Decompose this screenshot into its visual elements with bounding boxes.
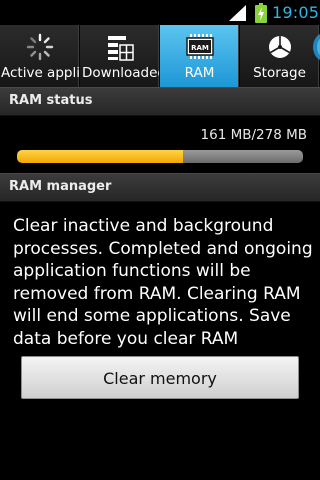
tab-label: RAM (184, 65, 215, 81)
ram-manager-header: RAM manager (0, 173, 320, 202)
status-clock: 19:05 (272, 3, 320, 22)
tab-label: Downloaded (82, 65, 160, 81)
apps-grid-icon (107, 36, 134, 61)
ram-chip-icon: RAM (185, 34, 214, 59)
section-title: RAM manager (9, 179, 112, 194)
tab-label: Active appli (1, 65, 80, 81)
ram-usage-bar (17, 150, 303, 163)
ram-usage-text: 161 MB/278 MB (200, 127, 307, 143)
clear-memory-button[interactable]: Clear memory (21, 356, 299, 399)
tab-active-applications[interactable]: Active appli (0, 25, 80, 87)
signal-icon (229, 5, 246, 21)
pie-chart-icon (268, 36, 291, 58)
ram-status-header: RAM status (0, 87, 320, 116)
ram-manager-description: Clear inactive and background processes.… (13, 216, 313, 349)
battery-charging-icon (255, 3, 267, 23)
tab-partial-next[interactable] (308, 25, 320, 87)
svg-text:RAM: RAM (191, 44, 209, 52)
status-bar: 19:05 (0, 0, 320, 25)
section-title: RAM status (9, 93, 93, 108)
partial-tab-icon (313, 33, 320, 61)
ram-usage-fill (17, 150, 183, 163)
spinner-icon (26, 33, 53, 61)
tab-ram[interactable]: RAM RAM (160, 25, 240, 87)
tab-downloaded[interactable]: Downloaded (80, 25, 160, 87)
tab-bar: Active appli Downloaded RAM RAM Storage (0, 25, 320, 88)
